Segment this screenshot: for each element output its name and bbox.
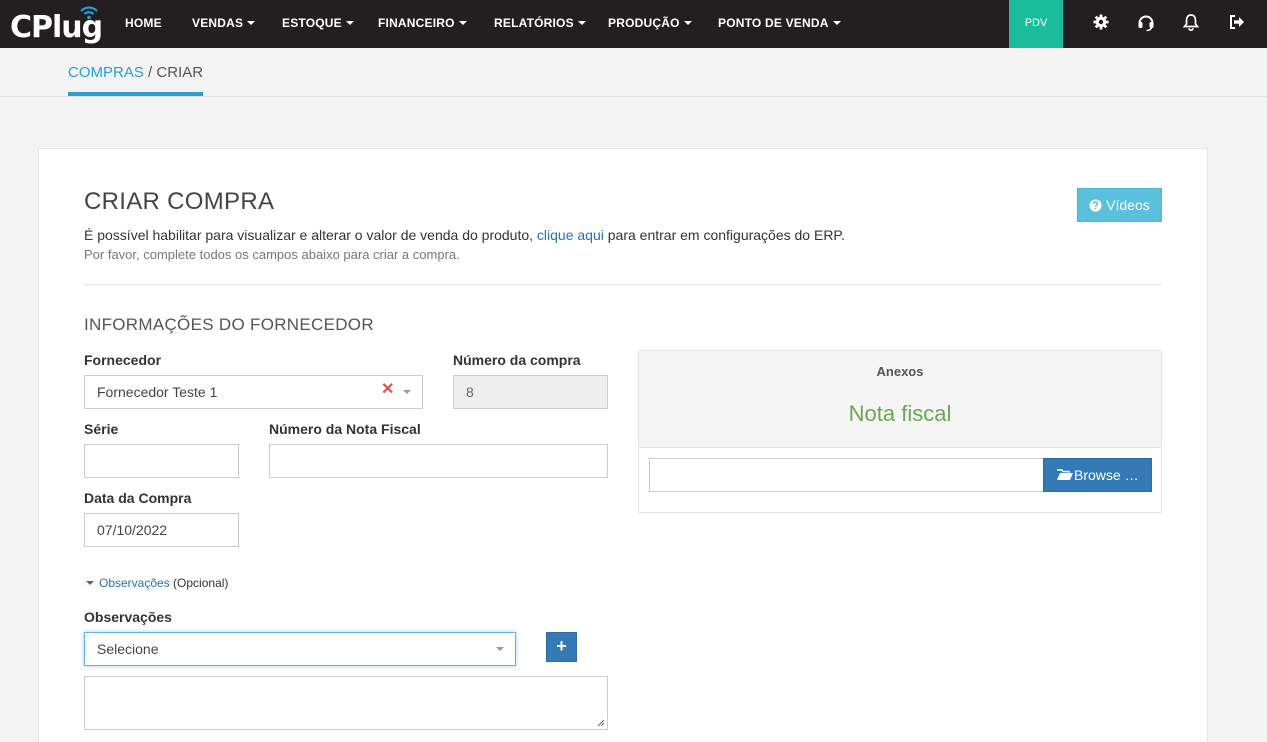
pdv-button[interactable]: PDV: [1009, 0, 1063, 48]
serie-field[interactable]: [84, 444, 239, 478]
nav-relatorios[interactable]: RELATÓRIOS: [494, 0, 586, 48]
videos-button-label: Vídeos: [1106, 197, 1150, 213]
resize-handle-icon[interactable]: [597, 719, 605, 727]
numero-compra-field: 8: [453, 375, 608, 409]
fornecedor-label: Fornecedor: [84, 352, 162, 368]
divider: [84, 284, 1162, 285]
chevron-down-icon: [683, 20, 692, 25]
data-compra-field[interactable]: 07/10/2022: [84, 513, 239, 547]
anexos-header: Anexos Nota fiscal: [639, 351, 1161, 448]
nav-estoque-label: ESTOQUE: [282, 16, 342, 30]
breadcrumb-compras-link[interactable]: COMPRAS: [68, 64, 144, 81]
nav-home[interactable]: HOME: [125, 0, 162, 48]
wifi-icon: [80, 6, 98, 20]
numero-compra-label: Número da compra: [453, 352, 581, 368]
breadcrumb: COMPRAS / CRIAR: [68, 64, 203, 81]
gear-icon[interactable]: [1091, 12, 1111, 32]
nota-fiscal-label: Número da Nota Fiscal: [269, 421, 421, 437]
nota-fiscal-title: Nota fiscal: [848, 401, 952, 426]
breadcrumb-current: CRIAR: [156, 64, 204, 81]
chevron-down-icon: [496, 647, 504, 651]
page-title: CRIAR COMPRA: [84, 188, 275, 215]
anexos-title: Anexos: [876, 364, 924, 379]
observacoes-select-value: Selecione: [97, 641, 159, 657]
fornecedor-select[interactable]: Fornecedor Teste 1: [84, 375, 423, 409]
nav-ponto-de-venda[interactable]: PONTO DE VENDA: [718, 0, 841, 48]
breadcrumb-active-underline: [68, 92, 203, 96]
chevron-down-icon: [247, 20, 256, 25]
nav-producao[interactable]: PRODUÇÃO: [608, 0, 692, 48]
numero-compra-value: 8: [466, 384, 474, 400]
instructions-text: Por favor, complete todos os campos abai…: [84, 247, 460, 262]
nota-fiscal-field[interactable]: [269, 444, 608, 478]
bell-icon[interactable]: [1181, 12, 1201, 32]
nav-ponto-de-venda-label: PONTO DE VENDA: [718, 16, 829, 30]
observacoes-select[interactable]: Selecione: [84, 632, 516, 666]
chevron-down-icon: [345, 20, 354, 25]
observacoes-textarea[interactable]: [84, 676, 608, 730]
optional-label: (Opcional): [173, 576, 229, 590]
file-path-input[interactable]: [649, 458, 1044, 492]
clear-selection-icon[interactable]: ✕: [381, 382, 394, 398]
headset-icon[interactable]: [1136, 12, 1156, 32]
nav-vendas[interactable]: VENDAS: [192, 0, 256, 48]
observacoes-toggle-label: Observações: [99, 576, 170, 590]
observacoes-label: Observações: [84, 609, 172, 625]
data-compra-label: Data da Compra: [84, 490, 192, 506]
nav-financeiro[interactable]: FINANCEIRO: [378, 0, 467, 48]
anexos-box: Anexos Nota fiscal Browse …: [638, 350, 1162, 513]
settings-link[interactable]: clique aqui: [537, 227, 604, 243]
breadcrumb-bar: COMPRAS / CRIAR: [0, 48, 1267, 97]
nav-producao-label: PRODUÇÃO: [608, 16, 680, 30]
nav-home-label: HOME: [125, 16, 162, 30]
info-text-after: para entrar em configurações do ERP.: [603, 227, 845, 243]
info-text-before: É possível habilitar para visualizar e a…: [84, 227, 537, 243]
nav-relatorios-label: RELATÓRIOS: [494, 16, 574, 30]
chevron-down-icon: [832, 20, 841, 25]
serie-label: Série: [84, 421, 119, 437]
breadcrumb-separator: /: [143, 64, 157, 81]
chevron-down-icon: [403, 390, 411, 394]
nav-vendas-label: VENDAS: [192, 16, 244, 30]
data-compra-value: 07/10/2022: [97, 522, 168, 538]
logout-icon[interactable]: [1227, 12, 1247, 32]
cplug-logo[interactable]: CPlug: [10, 4, 103, 46]
nav-estoque[interactable]: ESTOQUE: [282, 0, 354, 48]
question-circle-icon: [1089, 199, 1102, 212]
observacoes-toggle[interactable]: Observações (Opcional): [86, 576, 228, 590]
add-observacao-button[interactable]: +: [546, 632, 577, 662]
chevron-down-icon: [577, 20, 586, 25]
browse-button-label: Browse …: [1074, 467, 1139, 483]
videos-button[interactable]: Vídeos: [1077, 188, 1162, 222]
nav-financeiro-label: FINANCEIRO: [378, 16, 455, 30]
fornecedor-value: Fornecedor Teste 1: [97, 384, 218, 400]
info-text: É possível habilitar para visualizar e a…: [84, 227, 845, 243]
supplier-section-title: INFORMAÇÕES DO FORNECEDOR: [84, 315, 374, 334]
top-navbar: CPlug HOME VENDAS ESTOQUE FINANCEIRO REL…: [0, 0, 1267, 48]
caret-down-icon: [86, 580, 94, 585]
plus-icon: +: [556, 636, 567, 656]
folder-open-icon: [1057, 469, 1073, 480]
browse-button[interactable]: Browse …: [1043, 458, 1152, 492]
chevron-down-icon: [458, 20, 467, 25]
